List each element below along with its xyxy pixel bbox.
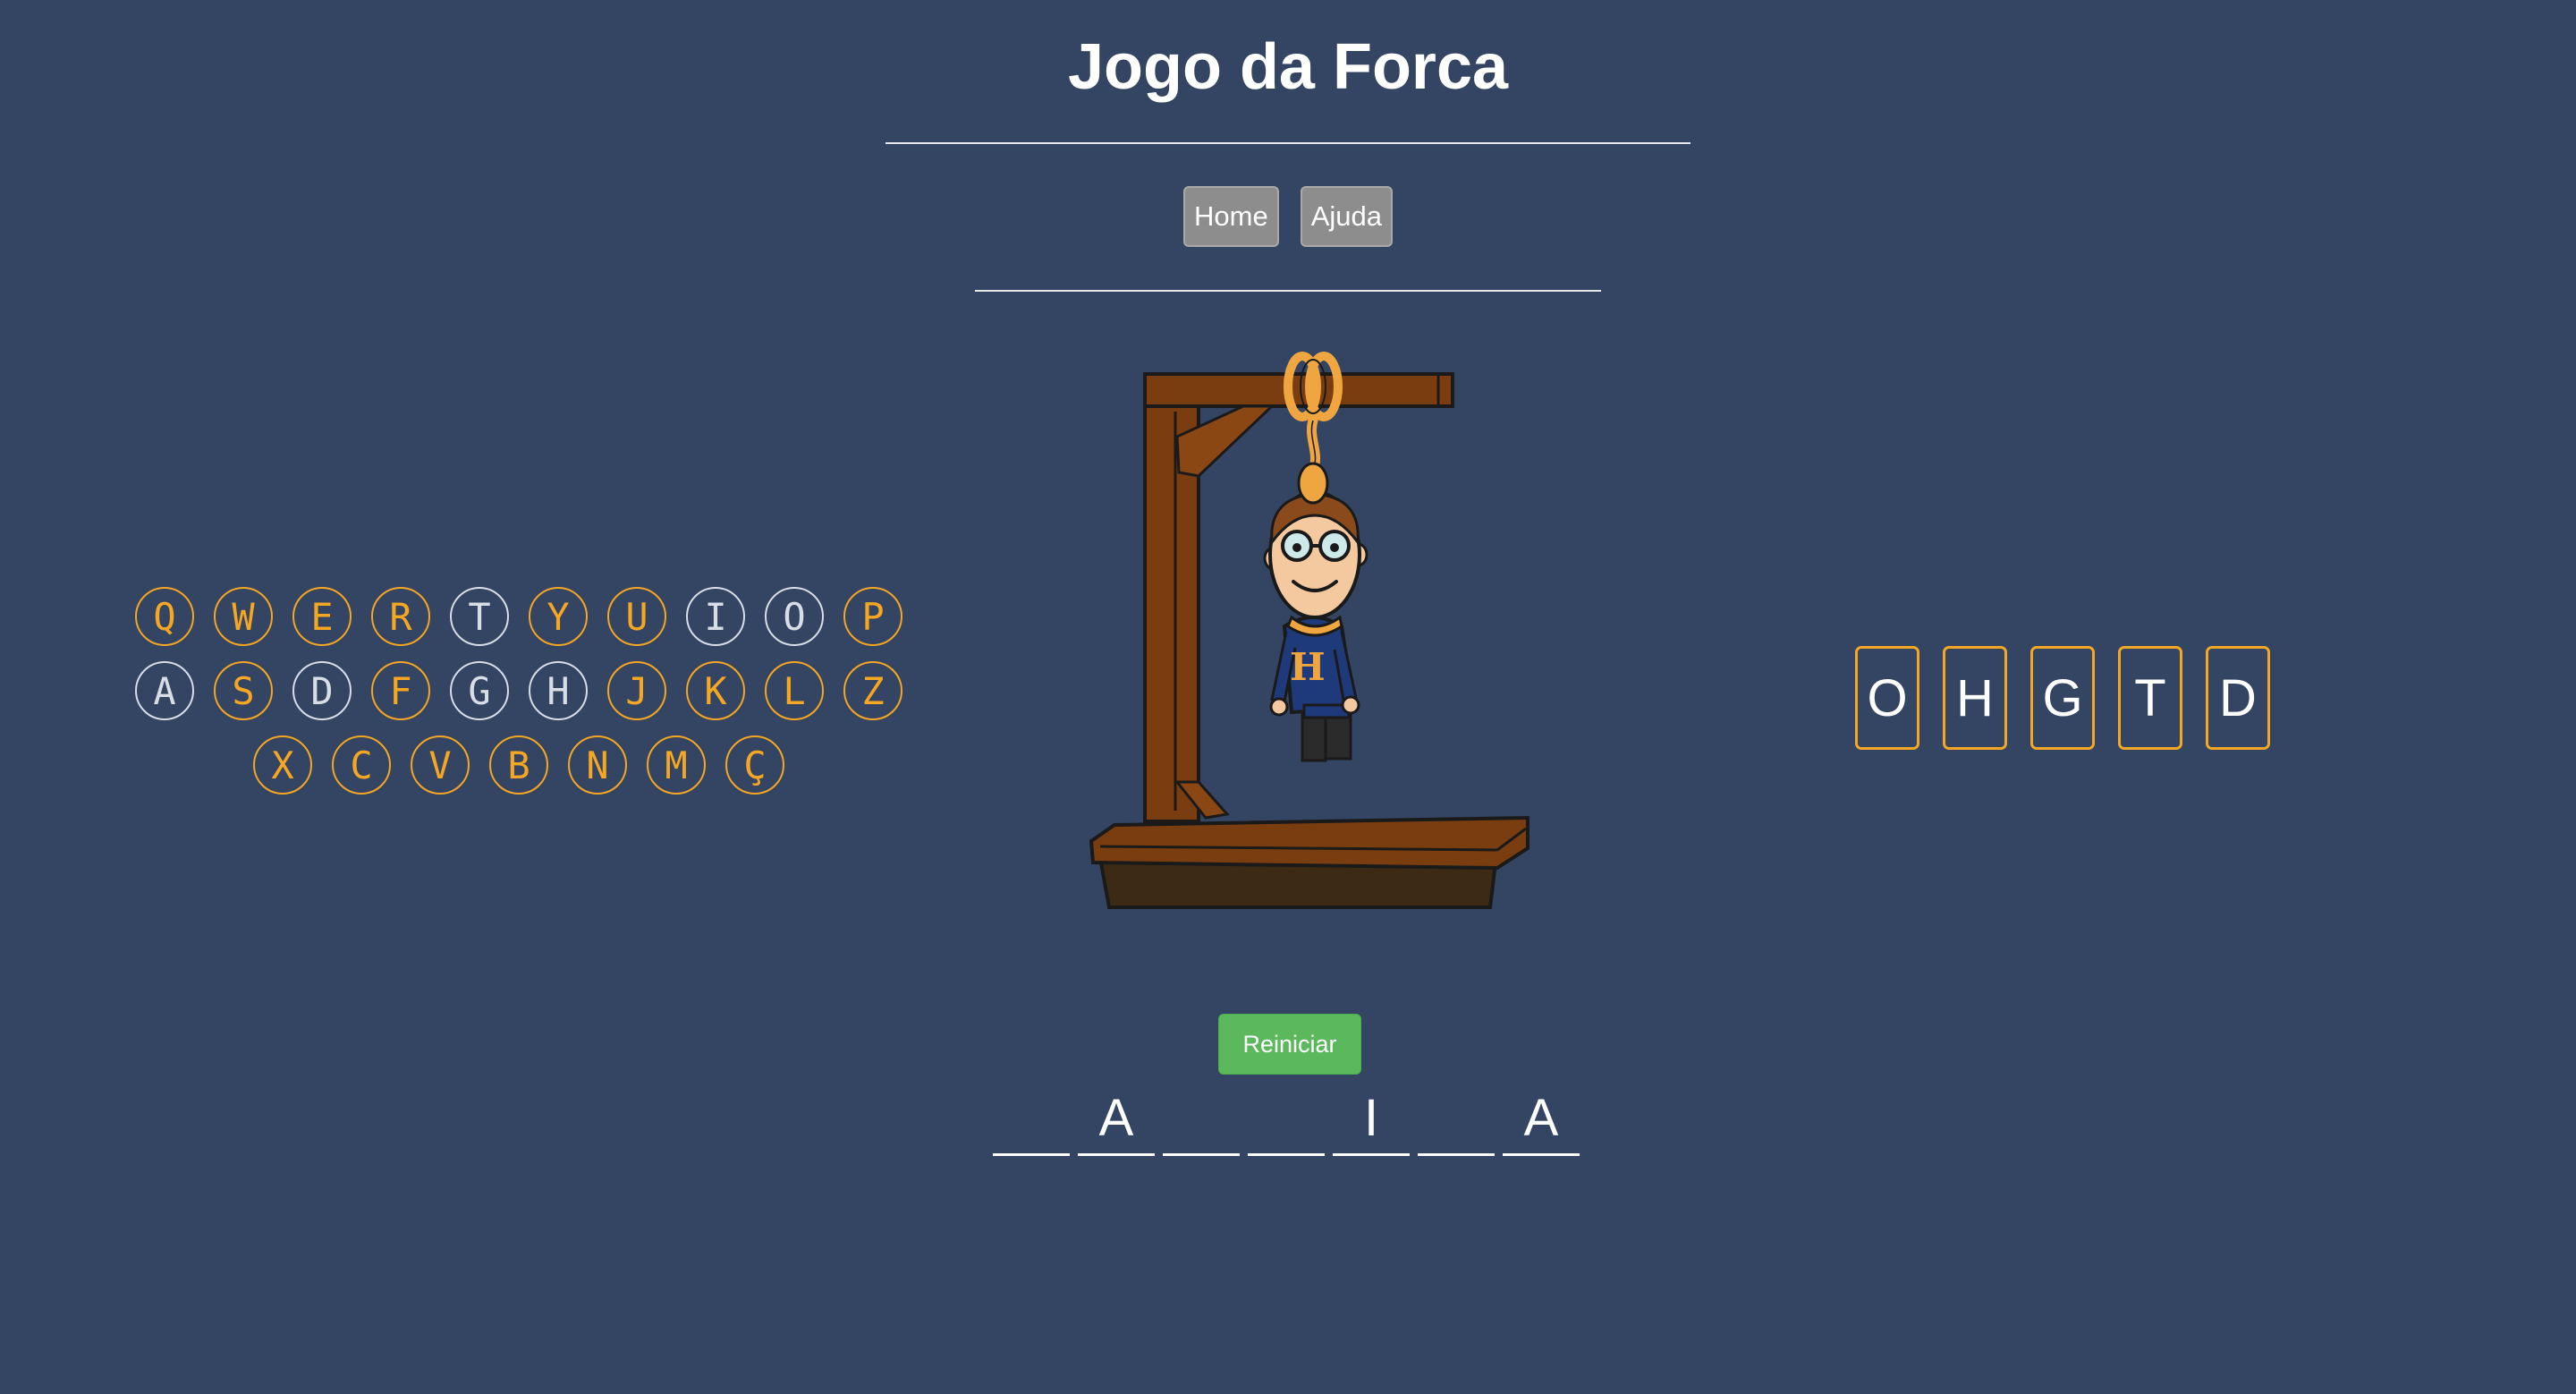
restart-button[interactable]: Reiniciar [1218,1014,1361,1075]
letter-key[interactable]: G [450,661,509,720]
wrong-letter-box: O [1855,646,1919,750]
keyboard-row: XCVBNMÇ [125,735,912,795]
letter-key[interactable]: S [214,661,273,720]
letter-key[interactable]: Ç [725,735,784,795]
word-slot: A [1503,1083,1580,1156]
letter-key[interactable]: A [135,661,194,720]
help-button[interactable]: Ajuda [1300,186,1393,247]
title-divider [886,142,1690,144]
gallows-illustration: H [1089,352,1530,909]
letter-key[interactable]: N [568,735,627,795]
word-slot [1418,1083,1495,1156]
wrong-letter-box: D [2206,646,2270,750]
sweater-letter: H [1290,645,1326,689]
letter-key[interactable]: H [529,661,588,720]
letter-key[interactable]: R [371,587,430,646]
letter-key[interactable]: I [686,587,745,646]
letter-key[interactable]: Q [135,587,194,646]
hanged-figure: H [1263,462,1368,762]
letter-keyboard: QWERTYUIOP ASDFGHJKLZ XCVBNMÇ [125,587,912,810]
letter-key[interactable]: E [292,587,352,646]
letter-key[interactable]: Y [529,587,588,646]
word-slot: A [1078,1083,1155,1156]
page-title: Jogo da Forca [1067,31,1509,103]
letter-key[interactable]: O [765,587,824,646]
letter-key[interactable]: L [765,661,824,720]
word-slots: AIA [993,1083,1588,1156]
letter-key[interactable]: P [843,587,902,646]
word-slot [1163,1083,1240,1156]
letter-key[interactable]: J [607,661,666,720]
letter-key[interactable]: B [489,735,548,795]
home-button[interactable]: Home [1183,186,1279,247]
wrong-letters: OHGTD [1855,646,2293,750]
letter-key[interactable]: T [450,587,509,646]
letter-key[interactable]: V [411,735,470,795]
letter-key[interactable]: X [253,735,312,795]
letter-key[interactable]: F [371,661,430,720]
wrong-letter-box: H [1943,646,2007,750]
keyboard-row: ASDFGHJKLZ [125,661,912,720]
keyboard-row: QWERTYUIOP [125,587,912,646]
gallows-base [1089,815,1530,909]
letter-key[interactable]: C [332,735,391,795]
letter-key[interactable]: D [292,661,352,720]
letter-key[interactable]: W [214,587,273,646]
nav-bar: Home Ajuda [0,186,2576,247]
nav-divider [975,290,1601,292]
word-slot [993,1083,1070,1156]
letter-key[interactable]: Z [843,661,902,720]
wrong-letter-box: G [2030,646,2095,750]
word-slot [1248,1083,1325,1156]
letter-key[interactable]: K [686,661,745,720]
letter-key[interactable]: M [647,735,706,795]
letter-key[interactable]: U [607,587,666,646]
wrong-letter-box: T [2118,646,2182,750]
word-slot: I [1333,1083,1410,1156]
